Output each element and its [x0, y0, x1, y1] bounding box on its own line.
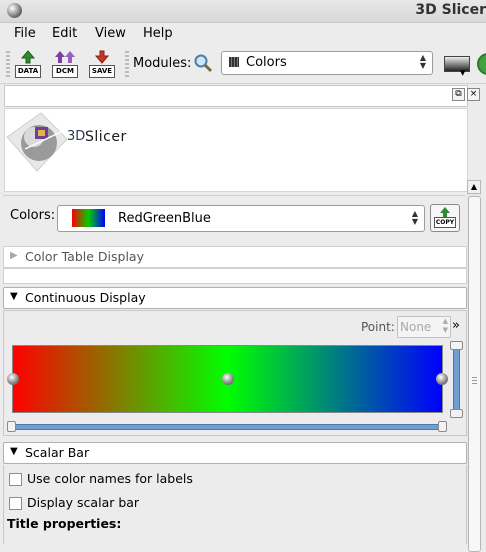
color-table-display-header[interactable]: ▶ Color Table Display [3, 246, 467, 268]
colors-module-icon [229, 57, 239, 67]
load-data-button[interactable]: DATA [15, 50, 41, 78]
slider-bottom-handle[interactable] [450, 409, 463, 418]
use-color-names-label[interactable]: Use color names for labels [27, 471, 193, 486]
slider-top-handle[interactable] [450, 341, 463, 350]
menu-bar: File Edit View Help [0, 23, 486, 44]
module-history-icon[interactable] [444, 56, 470, 72]
logo-slicer-text: Slicer [85, 129, 127, 145]
panel-scrollbar[interactable]: ▲ [467, 180, 481, 552]
slider-right-handle[interactable] [438, 421, 447, 432]
combo-arrows-icon: ▲ ▼ [411, 209, 419, 226]
window-title: 3D Slicer [415, 2, 486, 18]
panel-dock-bar: ⧉ × [4, 85, 480, 107]
point-spinbox-value: None [400, 320, 432, 334]
vertical-range-slider[interactable] [449, 341, 463, 418]
dicom-arrows-icon [55, 51, 75, 63]
combo-arrows-icon: ▲ ▼ [419, 53, 427, 70]
control-point-handle[interactable] [221, 373, 234, 385]
title-bar: 3D Slicer [0, 0, 486, 23]
point-label: Point: [361, 320, 395, 334]
colors-label: Colors: [10, 208, 56, 223]
down-arrow-icon [94, 50, 110, 64]
logo-3d-text: 3D [67, 129, 86, 144]
expand-arrow-icon: ▶ [10, 250, 18, 261]
collapse-arrow-icon: ▼ [10, 446, 18, 457]
spinbox-arrows-icon[interactable]: ▲ ▼ [443, 317, 448, 335]
more-options-icon[interactable]: » [452, 318, 460, 333]
slicer-logo-icon [6, 112, 68, 172]
toolbar-grip[interactable] [6, 51, 10, 77]
color-preview-swatch [72, 209, 105, 227]
menu-edit[interactable]: Edit [52, 26, 77, 41]
scroll-up-icon[interactable]: ▲ [467, 180, 481, 194]
control-point-handle[interactable] [7, 373, 19, 385]
menu-view[interactable]: View [95, 26, 126, 41]
color-table-selector[interactable]: RedGreenBlue ▲ ▼ [57, 205, 425, 232]
scrollbar-thumb[interactable] [468, 196, 481, 552]
menu-file[interactable]: File [14, 26, 36, 41]
copy-color-table-button[interactable]: COPY [430, 204, 460, 232]
horizontal-range-slider[interactable] [7, 420, 447, 432]
colors-row: Colors: RedGreenBlue ▲ ▼ COPY [3, 195, 465, 242]
slider-left-handle[interactable] [7, 421, 16, 432]
slicer-logo-area: 3D Slicer [4, 108, 468, 192]
module-selector[interactable]: Colors ▲ ▼ [221, 51, 433, 75]
continuous-display-header[interactable]: ▼ Continuous Display [3, 287, 467, 309]
main-toolbar: DATA DCM SAVE Modules: Colors ▲ ▼ ▼ [0, 45, 486, 84]
use-color-names-checkbox[interactable] [9, 473, 22, 486]
display-scalar-bar-label[interactable]: Display scalar bar [27, 495, 139, 510]
color-table-display-body [3, 268, 467, 284]
collapse-arrow-icon: ▼ [10, 291, 18, 302]
next-module-icon[interactable] [477, 53, 486, 75]
control-point-handle[interactable] [436, 373, 448, 385]
display-scalar-bar-checkbox[interactable] [9, 497, 22, 510]
module-selector-value: Colors [246, 55, 287, 70]
color-table-value: RedGreenBlue [118, 211, 211, 226]
toolbar-grip-modules[interactable] [125, 51, 129, 77]
float-panel-icon[interactable]: ⧉ [452, 88, 465, 101]
title-properties-heading: Title properties: [7, 516, 122, 531]
menu-help[interactable]: Help [143, 26, 173, 41]
search-icon[interactable] [193, 53, 213, 73]
load-dicom-button[interactable]: DCM [52, 50, 78, 78]
modules-label: Modules: [133, 56, 192, 71]
scalar-bar-header[interactable]: ▼ Scalar Bar [3, 442, 467, 464]
up-arrow-icon [20, 50, 36, 64]
save-button[interactable]: SAVE [89, 50, 115, 78]
slicer-app-icon[interactable] [7, 3, 22, 18]
close-panel-icon[interactable]: × [467, 88, 480, 101]
continuous-display-body: Point: None ▲ ▼ » [3, 310, 467, 436]
point-spinbox[interactable]: None ▲ ▼ [397, 316, 451, 338]
module-history-dropdown-icon[interactable]: ▼ [460, 69, 465, 77]
scalar-bar-body: Use color names for labels Display scala… [3, 465, 467, 544]
